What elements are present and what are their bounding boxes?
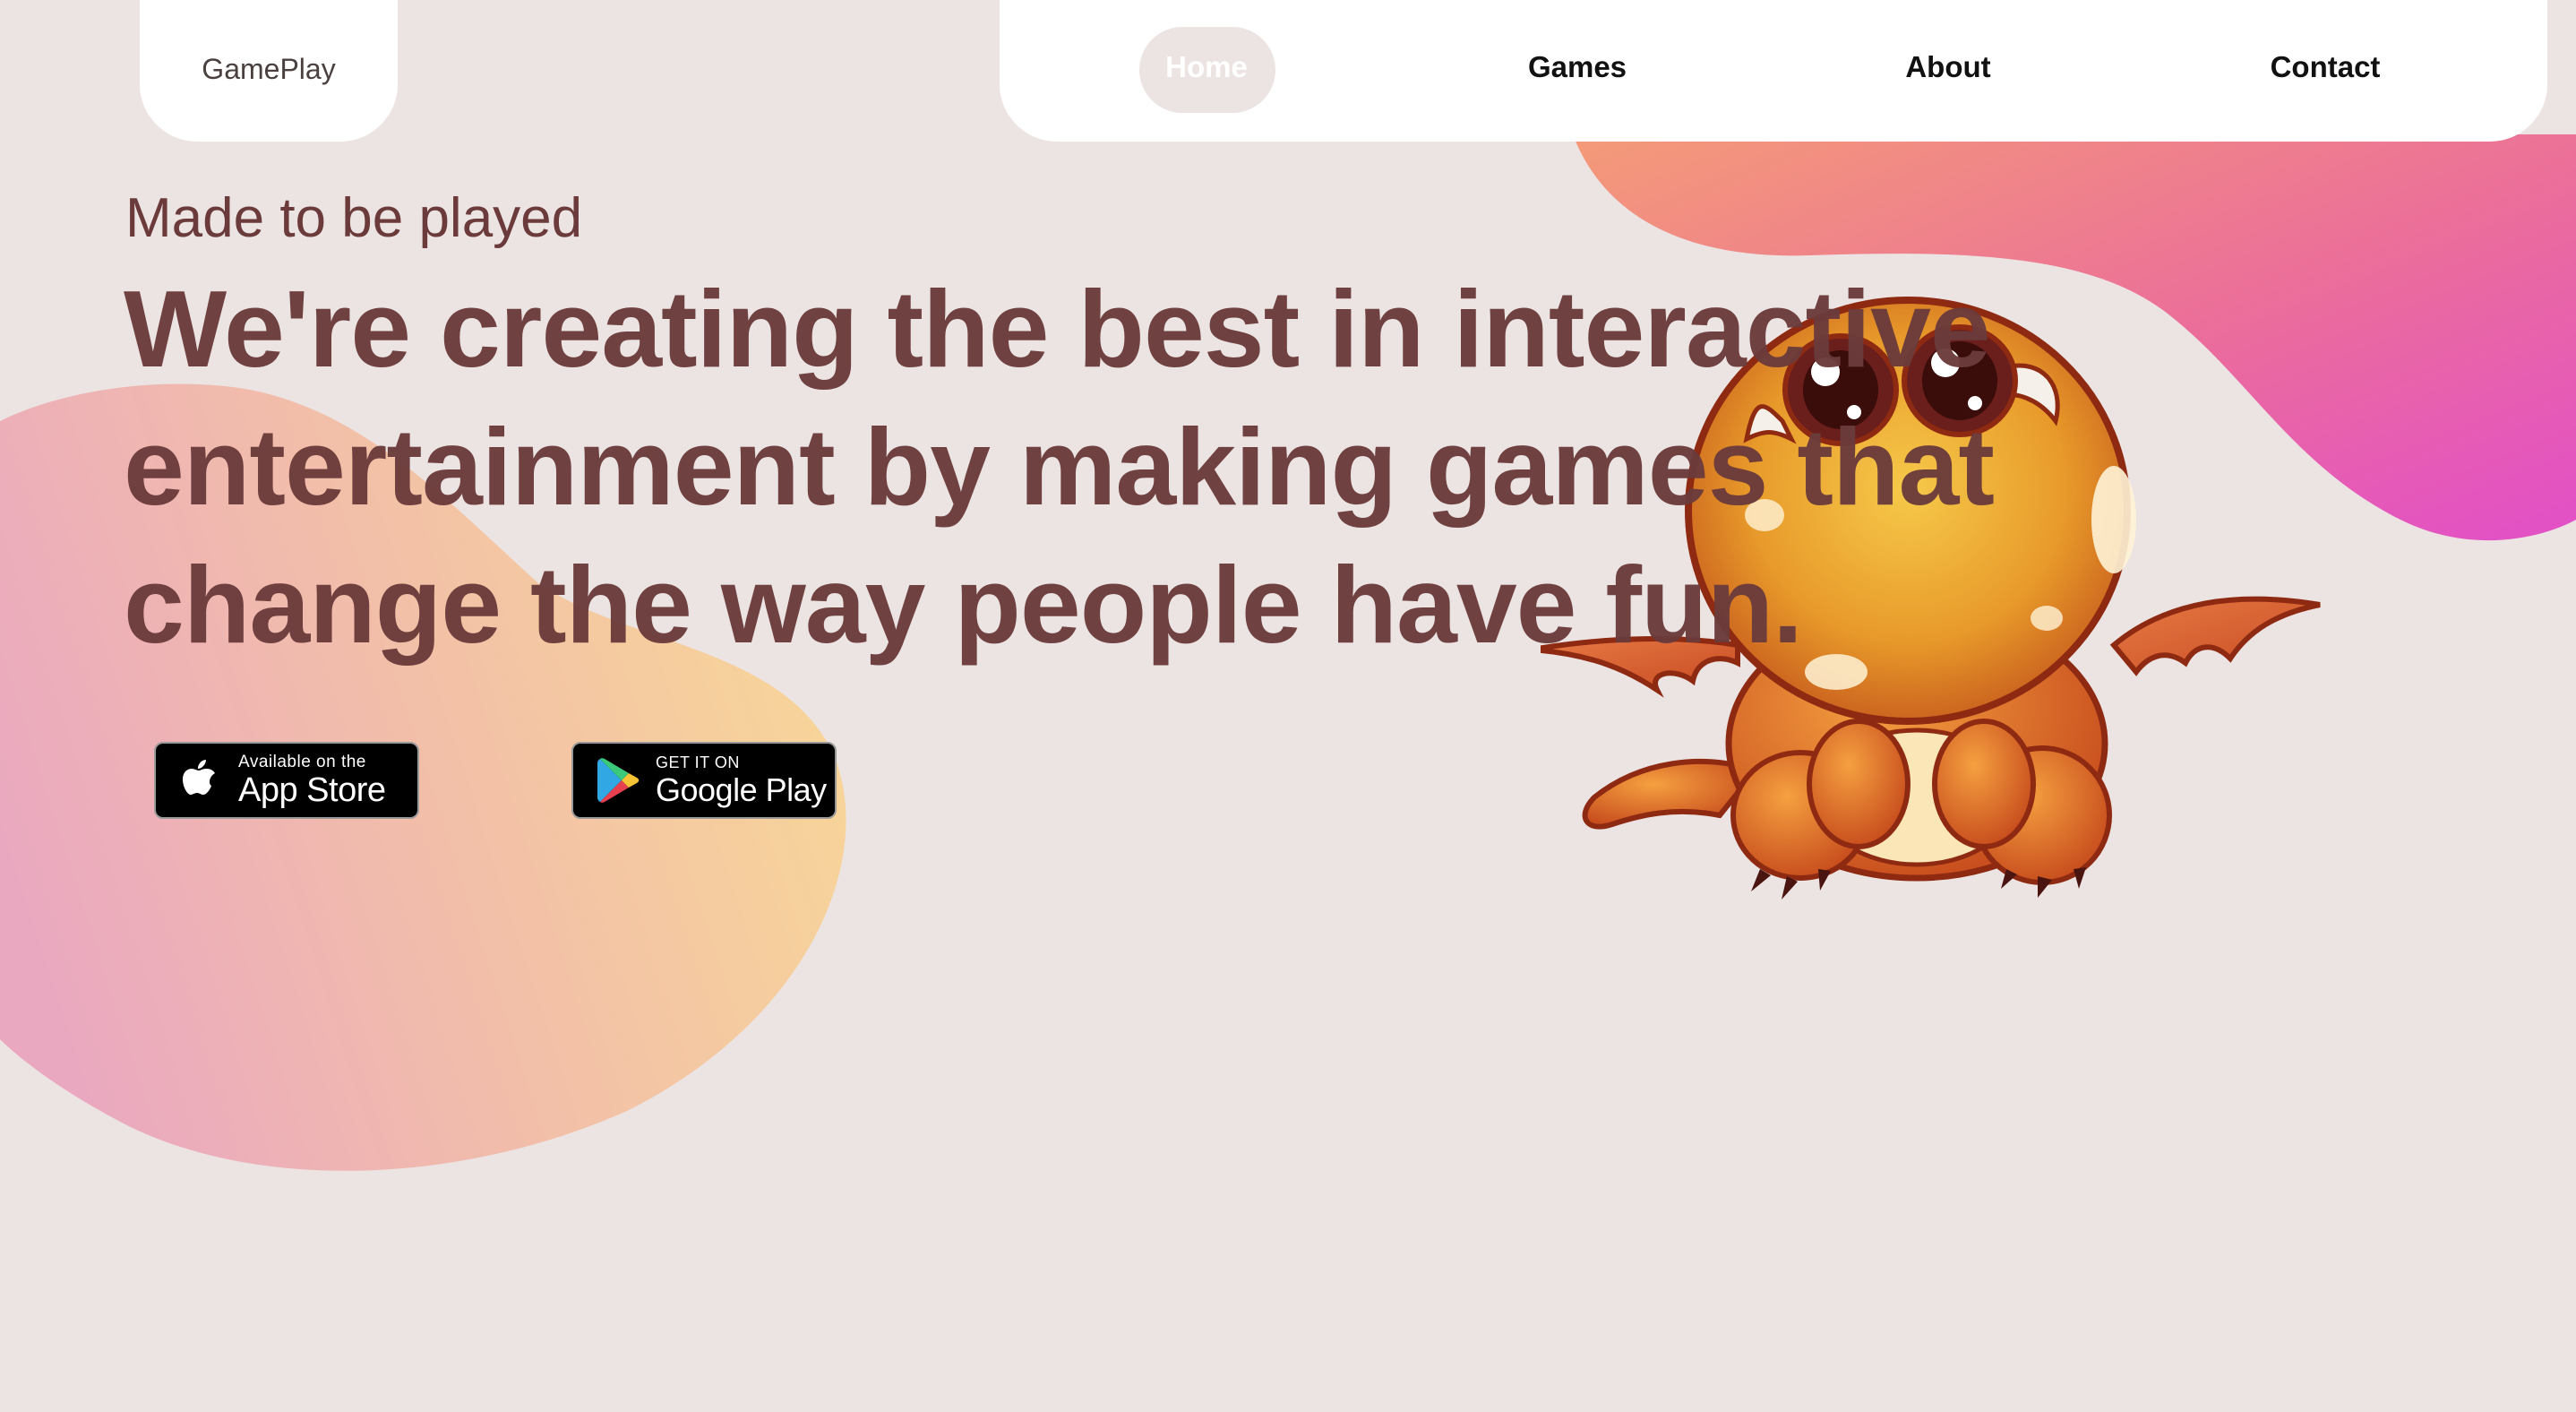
- google-play-small-text: GET IT ON: [656, 753, 740, 771]
- google-play-badge[interactable]: GET IT ON Google Play: [571, 742, 837, 819]
- nav-item-about[interactable]: About: [1905, 50, 1990, 84]
- page: GamePlay Home Games About Contact Made t…: [0, 0, 2576, 1412]
- apple-icon: [183, 760, 215, 795]
- nav-item-games[interactable]: Games: [1528, 50, 1627, 84]
- nav-item-contact[interactable]: Contact: [2271, 50, 2381, 84]
- google-play-big-text: Google Play: [656, 771, 827, 808]
- app-store-big-text: App Store: [238, 771, 386, 809]
- nav-item-home[interactable]: Home: [1165, 50, 1248, 84]
- app-store-small-text: Available on the: [238, 753, 366, 771]
- main-nav: Home Games About Contact: [1000, 0, 2547, 142]
- google-play-icon: [597, 758, 640, 803]
- hero-tagline: Made to be played: [125, 187, 583, 249]
- logo-tab[interactable]: GamePlay: [140, 0, 398, 142]
- app-store-badge[interactable]: Available on the App Store: [154, 742, 419, 819]
- hero-headline: We're creating the best in interactive e…: [124, 268, 1995, 666]
- app-store-badge-text: Available on the App Store: [238, 753, 386, 808]
- google-play-badge-text: GET IT ON Google Play: [656, 753, 827, 808]
- logo-text: GamePlay: [202, 52, 336, 85]
